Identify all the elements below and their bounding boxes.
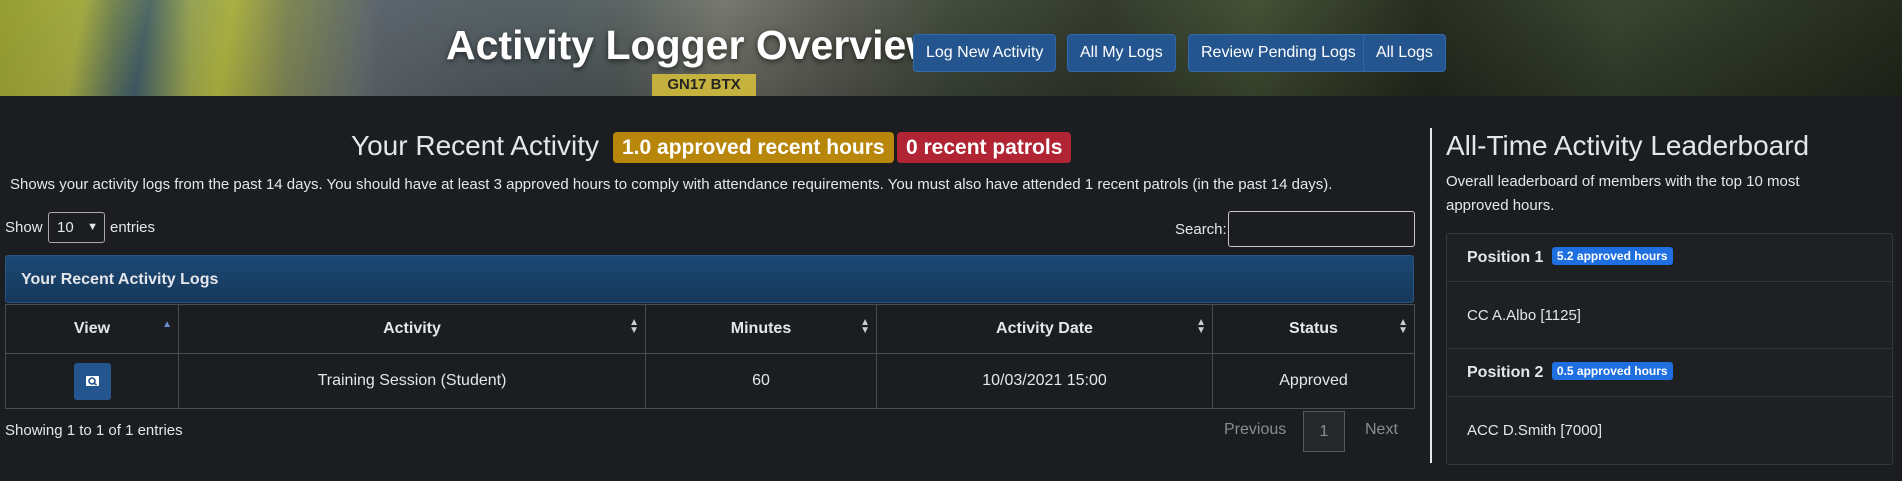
banner-plate: GN17 BTX	[652, 74, 756, 96]
recent-activity-description: Shows your activity logs from the past 1…	[10, 176, 1333, 193]
table-header-row: View ▲ Activity ▲ ▼ Minutes ▲ ▼ Activity D…	[5, 304, 1415, 354]
pagination-previous[interactable]: Previous	[1224, 421, 1286, 439]
sort-ascending-icon: ▲	[162, 319, 172, 330]
table-row: Training Session (Student) 60 10/03/2021…	[5, 353, 1415, 409]
minutes-cell: 60	[645, 353, 877, 409]
page-title: Activity Logger Overview	[446, 22, 939, 68]
entries-label: entries	[110, 219, 156, 236]
magnifier-icon	[85, 375, 99, 386]
column-header-minutes[interactable]: Minutes ▲ ▼	[645, 304, 877, 354]
sort-icon: ▲ ▼	[629, 317, 639, 336]
entries-select[interactable]: 10 ▼	[48, 212, 105, 243]
search-input[interactable]	[1228, 211, 1415, 247]
review-pending-logs-button[interactable]: Review Pending Logs	[1188, 34, 1369, 72]
status-cell: Approved	[1212, 353, 1415, 409]
pagination-page-1[interactable]: 1	[1303, 411, 1345, 452]
leaderboard-member: ACC D.Smith [7000]	[1467, 422, 1603, 439]
leaderboard-position: Position 1	[1467, 249, 1544, 266]
view-cell	[5, 353, 179, 409]
chevron-down-icon: ▼	[87, 221, 98, 233]
column-header-activity[interactable]: Activity ▲ ▼	[178, 304, 646, 354]
leaderboard-member: CC A.Albo [1125]	[1467, 307, 1581, 324]
column-header-view[interactable]: View ▲	[5, 304, 179, 354]
entries-select-value: 10	[57, 219, 74, 236]
leaderboard-title: All-Time Activity Leaderboard	[1446, 130, 1810, 161]
activity-logs-table: View ▲ Activity ▲ ▼ Minutes ▲ ▼ Activity D…	[5, 304, 1415, 409]
approved-hours-pill: 0.5 approved hours	[1551, 362, 1673, 380]
column-header-status[interactable]: Status ▲ ▼	[1212, 304, 1415, 354]
log-new-activity-button[interactable]: Log New Activity	[913, 34, 1057, 72]
activity-cell: Training Session (Student)	[178, 353, 646, 409]
leaderboard-position: Position 2	[1467, 364, 1544, 381]
column-header-label: Minutes	[730, 320, 792, 337]
column-header-activity-date[interactable]: Activity Date ▲ ▼	[876, 304, 1213, 354]
show-label: Show	[5, 219, 43, 236]
column-header-label: Activity	[383, 320, 441, 337]
leaderboard-card-header: Position 1 5.2 approved hours	[1447, 234, 1892, 282]
column-header-label: Status	[1289, 320, 1338, 337]
section-divider	[1430, 128, 1432, 463]
activity-date-cell: 10/03/2021 15:00	[876, 353, 1213, 409]
leaderboard-card: Position 2 0.5 approved hours ACC D.Smit…	[1446, 348, 1893, 465]
all-logs-button[interactable]: All Logs	[1363, 34, 1446, 72]
all-my-logs-button[interactable]: All My Logs	[1067, 34, 1176, 72]
pagination-next[interactable]: Next	[1365, 421, 1398, 439]
leaderboard-card-header: Position 2 0.5 approved hours	[1447, 349, 1892, 397]
recent-activity-title: Your Recent Activity	[351, 130, 599, 161]
approved-hours-pill: 5.2 approved hours	[1551, 247, 1673, 265]
sort-icon: ▲ ▼	[1196, 317, 1206, 336]
leaderboard-description: Overall leaderboard of members with the …	[1446, 173, 1800, 214]
sort-icon: ▲ ▼	[860, 317, 870, 336]
column-header-label: View	[73, 320, 111, 337]
sort-icon: ▲ ▼	[1398, 317, 1408, 336]
leaderboard-card: Position 1 5.2 approved hours CC A.Albo …	[1446, 233, 1893, 350]
table-info: Showing 1 to 1 of 1 entries	[5, 422, 183, 439]
view-log-button[interactable]	[73, 362, 111, 400]
search-label: Search:	[1175, 221, 1227, 238]
approved-hours-badge: 1.0 approved recent hours	[613, 132, 894, 163]
column-header-label: Activity Date	[996, 320, 1093, 337]
header-banner: GN17 BTX Activity Logger Overview Log Ne…	[0, 0, 1902, 96]
recent-patrols-badge: 0 recent patrols	[897, 132, 1072, 163]
table-caption: Your Recent Activity Logs	[5, 255, 1414, 303]
